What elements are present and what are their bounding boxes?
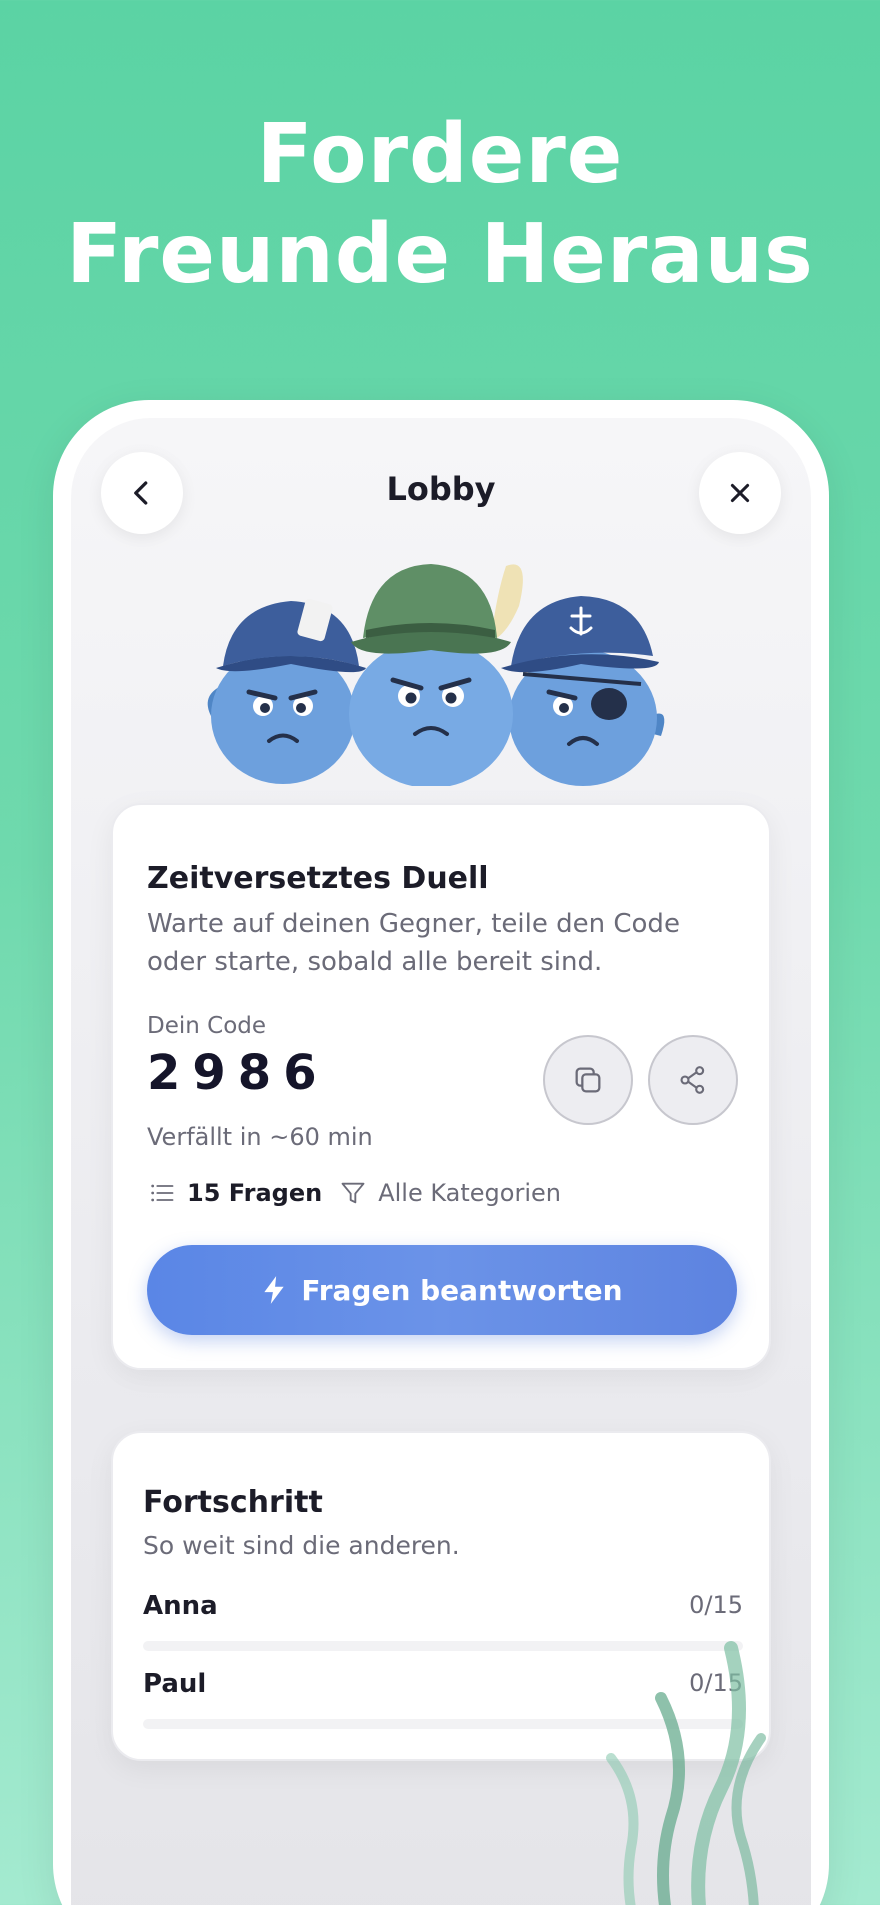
- expiry-text: Verfällt in ~60 min: [147, 1123, 373, 1151]
- lobby-screen: Lobby Zeitversetztes Duell Warte auf dei…: [71, 418, 811, 1905]
- close-icon: [730, 483, 750, 503]
- player-name: Paul: [143, 1669, 207, 1699]
- share-icon: [680, 1066, 705, 1094]
- right-fish: [501, 596, 665, 786]
- left-fish: [207, 598, 366, 784]
- progress-title: Fortschritt: [143, 1485, 323, 1520]
- question-count: 15 Fragen: [187, 1179, 323, 1207]
- fish-mascots-illustration: [207, 564, 665, 786]
- duel-title: Zeitversetztes Duell: [147, 861, 489, 896]
- duel-description: Warte auf deinen Gegner, teile den Code …: [147, 909, 680, 977]
- answer-questions-label: Fragen beantworten: [301, 1273, 623, 1307]
- answer-questions-button[interactable]: Fragen beantworten: [147, 1245, 737, 1335]
- close-button[interactable]: [699, 452, 781, 534]
- player-name: Anna: [143, 1591, 218, 1621]
- copy-code-button[interactable]: [543, 1035, 633, 1125]
- copy-icon: [575, 1067, 601, 1093]
- game-meta: 15 Fragen Alle Kategorien: [147, 1175, 561, 1211]
- headline-line-1: Fordere: [256, 107, 624, 202]
- code-label: Dein Code: [147, 1013, 267, 1039]
- game-code: 2986: [147, 1045, 329, 1101]
- lightning-icon: [261, 1275, 287, 1305]
- list-icon: [147, 1178, 177, 1208]
- share-code-button[interactable]: [648, 1035, 738, 1125]
- category-filter: Alle Kategorien: [378, 1179, 561, 1207]
- seaweed-illustration: [606, 1641, 766, 1905]
- phone-frame: Lobby Zeitversetztes Duell Warte auf dei…: [53, 400, 829, 1905]
- duel-card: Zeitversetztes Duell Warte auf deinen Ge…: [111, 803, 771, 1370]
- headline-line-2: Freunde Heraus: [66, 207, 814, 302]
- progress-subtitle: So weit sind die anderen.: [143, 1531, 460, 1560]
- headline: Fordere Freunde Heraus: [0, 105, 880, 305]
- middle-fish: [349, 564, 523, 786]
- filter-icon: [338, 1178, 368, 1208]
